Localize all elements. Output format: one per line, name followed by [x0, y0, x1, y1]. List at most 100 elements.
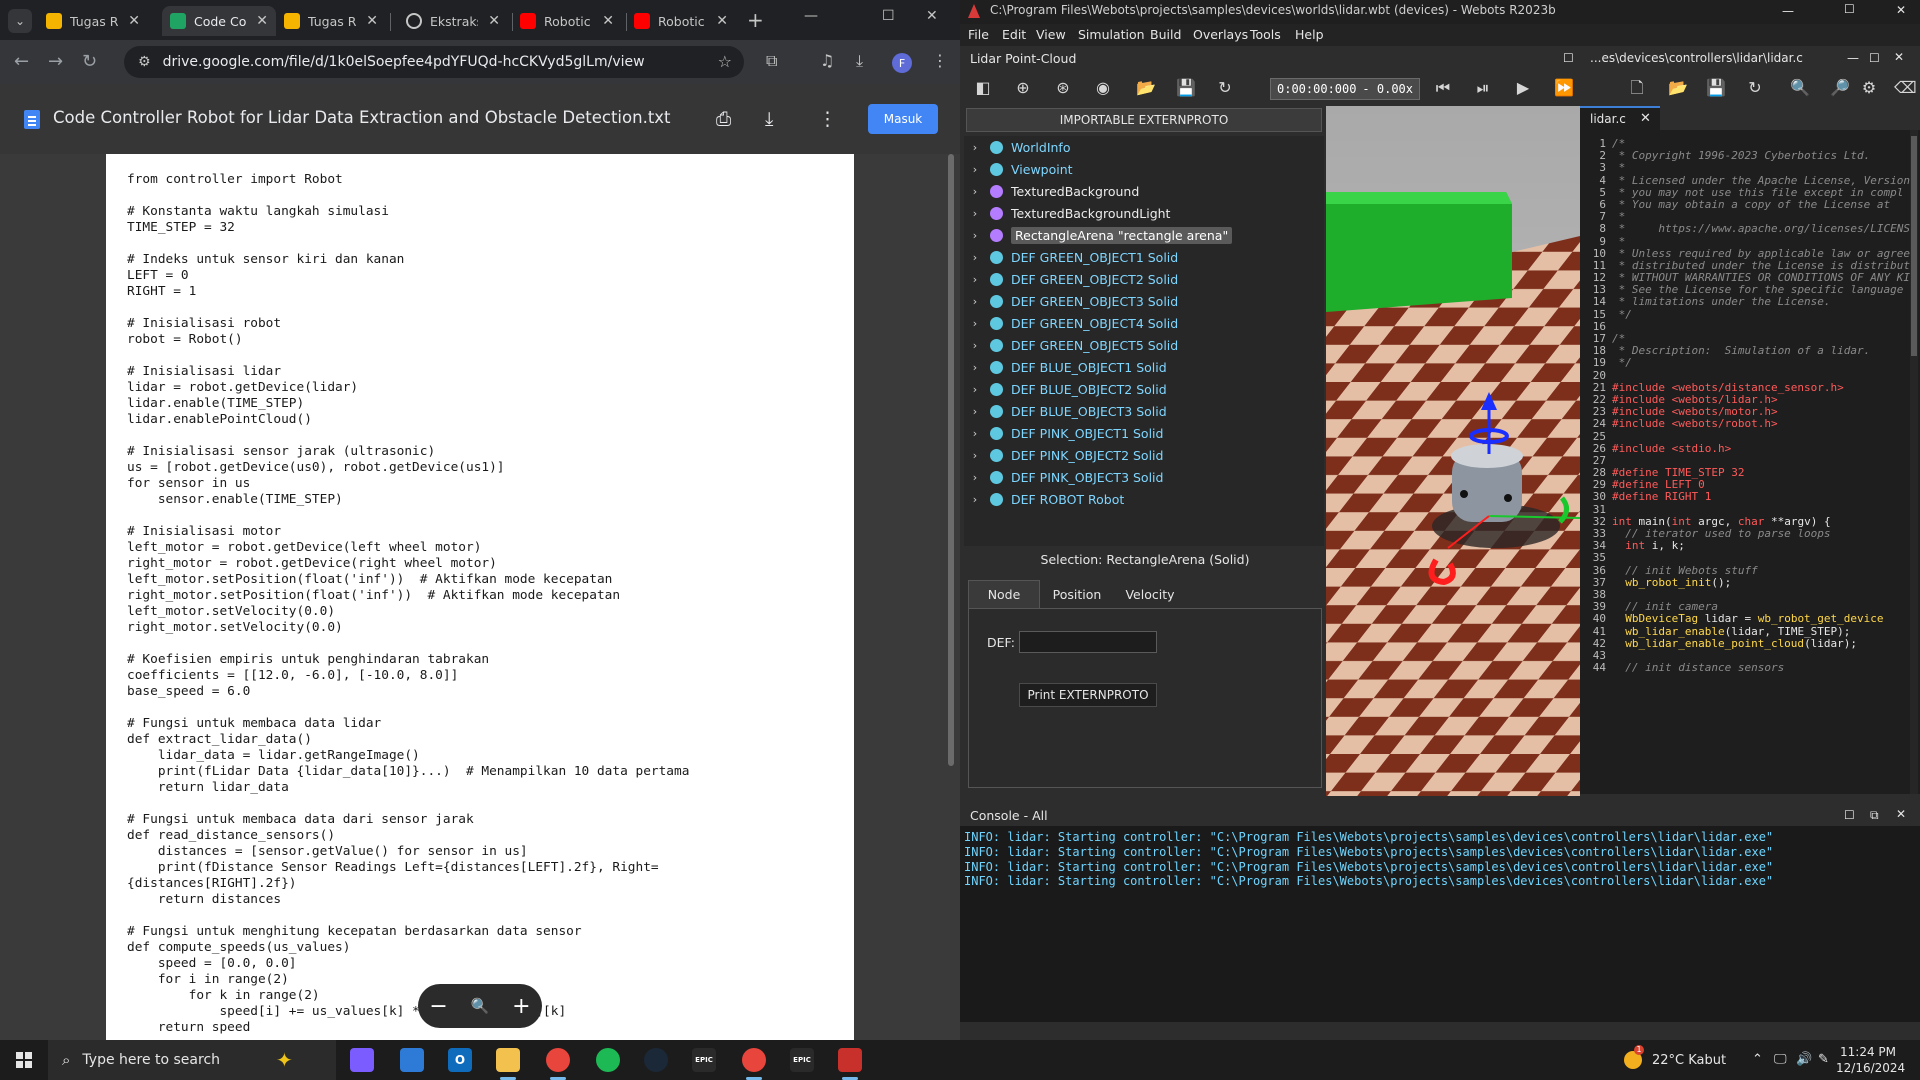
scene-tree-item[interactable]: › DEF GREEN_OBJECT2 Solid [964, 268, 1324, 290]
expand-arrow-icon[interactable]: › [966, 427, 984, 440]
editor-tab-lidar-c[interactable]: lidar.c ✕ [1580, 106, 1660, 130]
store-icon[interactable] [400, 1048, 424, 1072]
expand-arrow-icon[interactable]: › [966, 361, 984, 374]
expand-arrow-icon[interactable]: › [966, 405, 984, 418]
scene-tree-item[interactable]: › DEF PINK_OBJECT3 Solid [964, 466, 1324, 488]
close-icon[interactable]: ✕ [926, 8, 938, 24]
3d-viewport[interactable] [1326, 106, 1580, 796]
download-icon[interactable]: ⤓ [765, 108, 773, 130]
importable-externproto-button[interactable]: IMPORTABLE EXTERNPROTO [966, 108, 1322, 132]
reset-simulation-icon[interactable]: ⏮ [1434, 79, 1452, 97]
extensions-icon[interactable]: ⧉ [766, 51, 777, 71]
weather-widget[interactable]: 1 22°C Kabut [1624, 1045, 1726, 1069]
open-file-icon[interactable]: 📂 [1668, 79, 1688, 97]
new-tab-button[interactable]: + [747, 8, 764, 32]
play-icon[interactable]: ▶ [1514, 79, 1532, 97]
reload-world-icon[interactable]: ↻ [1216, 79, 1234, 97]
webots-icon[interactable] [838, 1048, 862, 1072]
pen-icon[interactable]: ✎ [1818, 1052, 1829, 1067]
close-panel-icon[interactable]: ✕ [1894, 50, 1904, 64]
editor-minimize-icon[interactable]: — [1847, 51, 1859, 65]
expand-arrow-icon[interactable]: › [966, 471, 984, 484]
close-tab-icon[interactable]: ✕ [256, 13, 268, 29]
clean-broom-icon[interactable]: ⌫ [1894, 79, 1917, 97]
expand-arrow-icon[interactable]: › [966, 273, 984, 286]
close-tab-icon[interactable]: ✕ [366, 13, 378, 29]
browser-tab[interactable]: Tugas R ✕ [38, 6, 148, 36]
save-file-icon[interactable]: 💾 [1706, 79, 1726, 97]
undock-icon[interactable]: ☐ [1869, 51, 1880, 65]
taskbar-search-box[interactable]: ⌕ Type here to search ✦ [48, 1040, 336, 1080]
close-tab-icon[interactable]: ✕ [128, 13, 140, 29]
zoom-magnifier-icon[interactable]: 🔍 [471, 997, 490, 1015]
windows-start-icon[interactable] [16, 1052, 32, 1068]
tab-position[interactable]: Position [1044, 580, 1110, 608]
show-hidden-icons[interactable]: ⌃ [1752, 1052, 1763, 1067]
close-icon[interactable]: ✕ [1896, 3, 1906, 17]
address-bar[interactable]: ⚙ drive.google.com/file/d/1k0elSoepfee4p… [124, 46, 744, 78]
network-icon[interactable]: 🖵 [1774, 1052, 1787, 1067]
scene-tree-item[interactable]: › Viewpoint [964, 158, 1324, 180]
menu-simulation[interactable]: Simulation [1078, 27, 1145, 42]
expand-arrow-icon[interactable]: › [966, 339, 984, 352]
tab-search-button[interactable]: ⌄ [8, 9, 32, 33]
scene-tree-item[interactable]: › DEF BLUE_OBJECT2 Solid [964, 378, 1324, 400]
scene-tree-item[interactable]: › DEF GREEN_OBJECT4 Solid [964, 312, 1324, 334]
open-world-icon[interactable]: 📂 [1136, 79, 1156, 97]
console-output[interactable]: INFO: lidar: Starting controller: "C:\Pr… [960, 826, 1920, 1022]
save-world-icon[interactable]: 💾 [1176, 79, 1196, 97]
editor-scrollbar[interactable] [1910, 130, 1918, 794]
menu-tools[interactable]: Tools [1250, 27, 1281, 42]
new-file-icon[interactable]: 🗋 [1628, 79, 1646, 97]
toggle-scene-tree-icon[interactable]: ◧ [974, 79, 992, 97]
expand-arrow-icon[interactable]: › [966, 383, 984, 396]
browser-tab[interactable]: Robotic ✕ [512, 6, 622, 36]
scene-tree-item[interactable]: › TexturedBackground [964, 180, 1324, 202]
media-controls-icon[interactable]: ♫ [820, 51, 834, 70]
expand-arrow-icon[interactable]: › [966, 449, 984, 462]
maximize-icon[interactable]: ☐ [882, 8, 895, 24]
scene-tree-item[interactable]: › DEF BLUE_OBJECT3 Solid [964, 400, 1324, 422]
revert-file-icon[interactable]: ↻ [1746, 79, 1764, 97]
site-info-icon[interactable]: ⚙ [138, 54, 151, 70]
tab-node[interactable]: Node [968, 580, 1040, 608]
close-panel-icon[interactable]: ✕ [1896, 807, 1906, 821]
menu-overlays[interactable]: Overlays [1193, 27, 1248, 42]
menu-edit[interactable]: Edit [1002, 27, 1026, 42]
minimize-icon[interactable]: — [1782, 4, 1794, 18]
visibility-eye-icon[interactable]: ◉ [1094, 79, 1112, 97]
system-clock[interactable]: 11:24 PM 12/16/2024 [1836, 1044, 1905, 1076]
menu-help[interactable]: Help [1295, 27, 1324, 42]
chrome-icon[interactable] [742, 1048, 766, 1072]
expand-arrow-icon[interactable]: › [966, 317, 984, 330]
scene-tree-item[interactable]: › WorldInfo [964, 136, 1324, 158]
copilot-icon[interactable] [350, 1048, 374, 1072]
scene-tree-item[interactable]: › DEF GREEN_OBJECT3 Solid [964, 290, 1324, 312]
close-tab-icon[interactable]: ✕ [488, 13, 500, 29]
undock-icon[interactable]: ☐ [1844, 808, 1855, 822]
step-icon[interactable]: ⏯ [1474, 79, 1492, 97]
scene-tree-item[interactable]: › RectangleArena "rectangle arena" [964, 224, 1324, 246]
reload-icon[interactable]: ↻ [82, 51, 97, 72]
maximize-icon[interactable]: ☐ [1844, 2, 1855, 16]
epic-games-icon[interactable]: EPIC [692, 1048, 716, 1072]
outlook-icon[interactable]: O [448, 1048, 472, 1072]
scene-tree-item[interactable]: › DEF ROBOT Robot [964, 488, 1324, 510]
expand-arrow-icon[interactable]: › [966, 251, 984, 264]
scene-tree-item[interactable]: › TexturedBackgroundLight [964, 202, 1324, 224]
profile-avatar[interactable]: F [892, 53, 912, 73]
print-externproto-button[interactable]: Print EXTERNPROTO [1019, 683, 1157, 707]
view-options-icon[interactable]: ⊛ [1054, 79, 1072, 97]
expand-arrow-icon[interactable]: › [966, 207, 984, 220]
add-node-icon[interactable]: ⊕ [1014, 79, 1032, 97]
expand-arrow-icon[interactable]: › [966, 141, 984, 154]
viewer-scrollbar[interactable] [948, 154, 954, 766]
downloads-icon[interactable]: ⤓ [856, 51, 863, 71]
scene-tree-item[interactable]: › DEF GREEN_OBJECT5 Solid [964, 334, 1324, 356]
minimize-icon[interactable]: — [804, 8, 818, 24]
scene-tree-item[interactable]: › DEF PINK_OBJECT1 Solid [964, 422, 1324, 444]
browser-tab[interactable]: Code Co ✕ [162, 6, 276, 36]
maximize-panel-icon[interactable]: ⧉ [1870, 808, 1879, 823]
close-tab-icon[interactable]: ✕ [716, 13, 728, 29]
scene-tree-item[interactable]: › DEF GREEN_OBJECT1 Solid [964, 246, 1324, 268]
